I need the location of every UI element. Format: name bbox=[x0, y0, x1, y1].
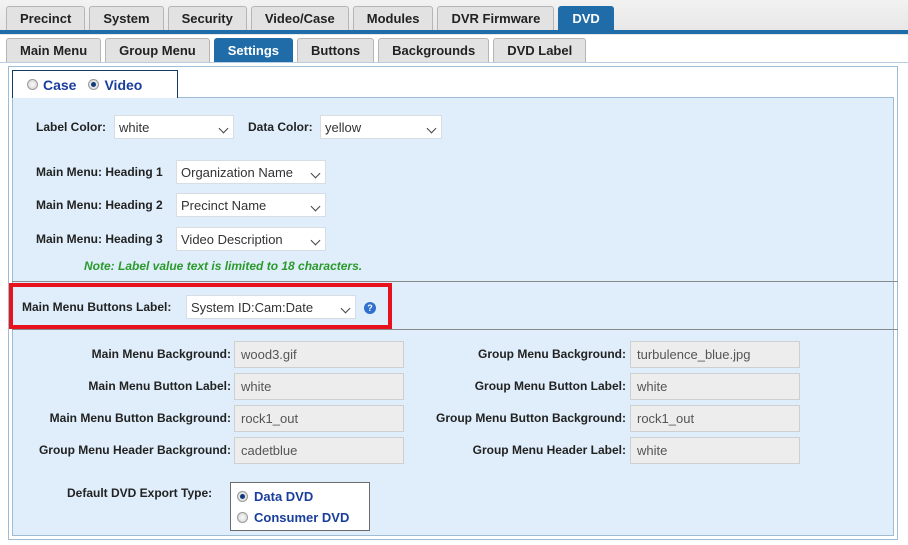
main-menu-button-label-field: white bbox=[234, 373, 404, 400]
top-tabs: Precinct System Security Video/Case Modu… bbox=[6, 6, 614, 30]
sub-tab-underline bbox=[0, 62, 908, 63]
heading-1-value: Organization Name bbox=[181, 164, 293, 180]
main-menu-background-label: Main Menu Background: bbox=[91, 347, 231, 361]
chevron-down-icon bbox=[218, 123, 229, 134]
heading-2-select[interactable]: Precinct Name bbox=[176, 193, 326, 217]
group-menu-header-label-field: white bbox=[630, 437, 800, 464]
consumer-dvd-label: Consumer DVD bbox=[254, 510, 350, 525]
export-consumer-dvd-option[interactable]: Consumer DVD bbox=[237, 510, 349, 525]
divider-bottom bbox=[12, 329, 898, 330]
chevron-down-icon bbox=[426, 123, 437, 134]
subtab-main-menu[interactable]: Main Menu bbox=[6, 38, 102, 62]
data-color-value: yellow bbox=[325, 119, 362, 135]
group-menu-button-background-label: Group Menu Button Background: bbox=[436, 411, 626, 425]
chevron-down-icon bbox=[310, 235, 321, 246]
export-type-group: Data DVD Consumer DVD bbox=[230, 482, 370, 531]
subtab-group-menu[interactable]: Group Menu bbox=[105, 38, 210, 62]
heading-1-select[interactable]: Organization Name bbox=[176, 160, 326, 184]
chevron-down-icon bbox=[310, 201, 321, 212]
group-menu-background-label: Group Menu Background: bbox=[478, 347, 626, 361]
group-menu-header-background-label: Group Menu Header Background: bbox=[38, 443, 231, 457]
case-radio-label: Case bbox=[43, 76, 77, 93]
main-menu-button-background-label: Main Menu Button Background: bbox=[49, 411, 231, 425]
video-radio-label: Video bbox=[104, 76, 143, 93]
subtab-settings[interactable]: Settings bbox=[213, 38, 294, 62]
group-menu-header-label-label: Group Menu Header Label: bbox=[472, 443, 626, 457]
top-tab-underline bbox=[0, 30, 908, 34]
video-radio[interactable] bbox=[88, 79, 100, 90]
main-menu-button-background-field: rock1_out bbox=[234, 405, 404, 432]
tab-dvd[interactable]: DVD bbox=[558, 6, 614, 30]
tab-precinct[interactable]: Precinct bbox=[6, 6, 86, 30]
group-menu-button-background-field: rock1_out bbox=[630, 405, 800, 432]
export-data-dvd-option[interactable]: Data DVD bbox=[237, 489, 313, 504]
subtab-buttons[interactable]: Buttons bbox=[297, 38, 375, 62]
heading-3-select[interactable]: Video Description bbox=[176, 227, 326, 251]
heading-2-value: Precinct Name bbox=[181, 197, 267, 213]
group-menu-button-label-label: Group Menu Button Label: bbox=[474, 379, 626, 393]
case-radio[interactable] bbox=[27, 79, 38, 90]
label-color-select[interactable]: white bbox=[114, 115, 234, 139]
label-color-label: Label Color: bbox=[36, 120, 107, 134]
heading-1-label: Main Menu: Heading 1 bbox=[36, 165, 163, 179]
chevron-down-icon bbox=[310, 168, 321, 179]
subtab-backgrounds[interactable]: Backgrounds bbox=[378, 38, 490, 62]
tab-video-case[interactable]: Video/Case bbox=[250, 6, 349, 30]
main-menu-button-label-label: Main Menu Button Label: bbox=[88, 379, 231, 393]
label-length-note: Note: Label value text is limited to 18 … bbox=[84, 259, 363, 273]
tab-system[interactable]: System bbox=[89, 6, 164, 30]
subtab-dvd-label[interactable]: DVD Label bbox=[493, 38, 587, 62]
divider-top bbox=[12, 281, 898, 282]
video-radio-option[interactable]: Video bbox=[88, 77, 142, 93]
group-menu-header-background-field: cadetblue bbox=[234, 437, 404, 464]
tab-modules[interactable]: Modules bbox=[352, 6, 434, 30]
consumer-dvd-radio[interactable] bbox=[237, 512, 248, 523]
sub-tabs: Main Menu Group Menu Settings Buttons Ba… bbox=[6, 38, 587, 62]
group-menu-button-label-field: white bbox=[630, 373, 800, 400]
main-menu-background-field: wood3.gif bbox=[234, 341, 404, 368]
label-color-value: white bbox=[119, 119, 150, 135]
export-type-label: Default DVD Export Type: bbox=[67, 486, 213, 500]
case-radio-option[interactable]: Case bbox=[27, 77, 76, 93]
group-menu-background-field: turbulence_blue.jpg bbox=[630, 341, 800, 368]
heading-3-label: Main Menu: Heading 3 bbox=[36, 232, 163, 246]
data-dvd-label: Data DVD bbox=[254, 489, 314, 504]
data-dvd-radio[interactable] bbox=[237, 491, 248, 502]
tab-dvr-firmware[interactable]: DVR Firmware bbox=[437, 6, 555, 30]
tab-security[interactable]: Security bbox=[167, 6, 247, 30]
data-color-select[interactable]: yellow bbox=[320, 115, 442, 139]
data-color-label: Data Color: bbox=[248, 120, 313, 134]
heading-2-label: Main Menu: Heading 2 bbox=[36, 198, 163, 212]
heading-3-value: Video Description bbox=[181, 231, 283, 247]
mode-selector: Case Video bbox=[12, 70, 178, 98]
highlight-box bbox=[9, 283, 392, 329]
